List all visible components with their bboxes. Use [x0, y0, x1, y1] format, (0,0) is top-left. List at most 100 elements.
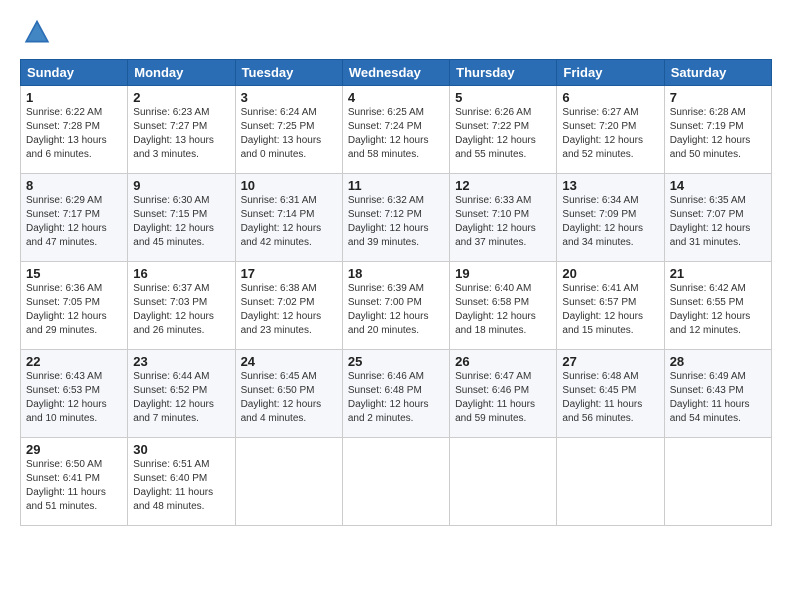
- calendar-cell: 8 Sunrise: 6:29 AM Sunset: 7:17 PM Dayli…: [21, 174, 128, 262]
- day-number: 10: [241, 178, 337, 193]
- day-number: 18: [348, 266, 444, 281]
- day-info: Sunrise: 6:23 AM Sunset: 7:27 PM Dayligh…: [133, 106, 229, 162]
- day-info: Sunrise: 6:48 AM Sunset: 6:45 PM Dayligh…: [562, 370, 658, 426]
- day-info: Sunrise: 6:40 AM Sunset: 6:58 PM Dayligh…: [455, 282, 551, 338]
- calendar-week-row: 15 Sunrise: 6:36 AM Sunset: 7:05 PM Dayl…: [21, 262, 772, 350]
- day-info: Sunrise: 6:42 AM Sunset: 6:55 PM Dayligh…: [670, 282, 766, 338]
- calendar-cell: 19 Sunrise: 6:40 AM Sunset: 6:58 PM Dayl…: [450, 262, 557, 350]
- logo-area: [20, 18, 55, 51]
- day-number: 4: [348, 90, 444, 105]
- day-number: 15: [26, 266, 122, 281]
- weekday-header: Tuesday: [235, 60, 342, 86]
- day-number: 29: [26, 442, 122, 457]
- calendar-cell: 23 Sunrise: 6:44 AM Sunset: 6:52 PM Dayl…: [128, 350, 235, 438]
- day-number: 9: [133, 178, 229, 193]
- header: [20, 18, 772, 51]
- day-number: 20: [562, 266, 658, 281]
- calendar-cell: 16 Sunrise: 6:37 AM Sunset: 7:03 PM Dayl…: [128, 262, 235, 350]
- calendar-cell: 4 Sunrise: 6:25 AM Sunset: 7:24 PM Dayli…: [342, 86, 449, 174]
- day-info: Sunrise: 6:22 AM Sunset: 7:28 PM Dayligh…: [26, 106, 122, 162]
- calendar-cell: 21 Sunrise: 6:42 AM Sunset: 6:55 PM Dayl…: [664, 262, 771, 350]
- day-info: Sunrise: 6:50 AM Sunset: 6:41 PM Dayligh…: [26, 458, 122, 514]
- day-info: Sunrise: 6:26 AM Sunset: 7:22 PM Dayligh…: [455, 106, 551, 162]
- calendar-cell: 18 Sunrise: 6:39 AM Sunset: 7:00 PM Dayl…: [342, 262, 449, 350]
- calendar-cell: [342, 438, 449, 526]
- day-number: 2: [133, 90, 229, 105]
- day-number: 14: [670, 178, 766, 193]
- day-number: 7: [670, 90, 766, 105]
- calendar-cell: 28 Sunrise: 6:49 AM Sunset: 6:43 PM Dayl…: [664, 350, 771, 438]
- calendar-cell: [450, 438, 557, 526]
- page: SundayMondayTuesdayWednesdayThursdayFrid…: [0, 0, 792, 536]
- calendar-week-row: 1 Sunrise: 6:22 AM Sunset: 7:28 PM Dayli…: [21, 86, 772, 174]
- calendar-cell: 12 Sunrise: 6:33 AM Sunset: 7:10 PM Dayl…: [450, 174, 557, 262]
- day-number: 28: [670, 354, 766, 369]
- day-number: 12: [455, 178, 551, 193]
- day-info: Sunrise: 6:33 AM Sunset: 7:10 PM Dayligh…: [455, 194, 551, 250]
- calendar-cell: 1 Sunrise: 6:22 AM Sunset: 7:28 PM Dayli…: [21, 86, 128, 174]
- calendar-cell: 13 Sunrise: 6:34 AM Sunset: 7:09 PM Dayl…: [557, 174, 664, 262]
- day-info: Sunrise: 6:45 AM Sunset: 6:50 PM Dayligh…: [241, 370, 337, 426]
- weekday-header: Friday: [557, 60, 664, 86]
- calendar-cell: 29 Sunrise: 6:50 AM Sunset: 6:41 PM Dayl…: [21, 438, 128, 526]
- calendar-header-row: SundayMondayTuesdayWednesdayThursdayFrid…: [21, 60, 772, 86]
- calendar-cell: [557, 438, 664, 526]
- day-number: 19: [455, 266, 551, 281]
- day-number: 17: [241, 266, 337, 281]
- calendar-table: SundayMondayTuesdayWednesdayThursdayFrid…: [20, 59, 772, 526]
- calendar-cell: 3 Sunrise: 6:24 AM Sunset: 7:25 PM Dayli…: [235, 86, 342, 174]
- logo-icon: [23, 18, 51, 46]
- day-number: 16: [133, 266, 229, 281]
- calendar-cell: 25 Sunrise: 6:46 AM Sunset: 6:48 PM Dayl…: [342, 350, 449, 438]
- day-info: Sunrise: 6:39 AM Sunset: 7:00 PM Dayligh…: [348, 282, 444, 338]
- day-number: 11: [348, 178, 444, 193]
- day-info: Sunrise: 6:36 AM Sunset: 7:05 PM Dayligh…: [26, 282, 122, 338]
- day-info: Sunrise: 6:43 AM Sunset: 6:53 PM Dayligh…: [26, 370, 122, 426]
- calendar-week-row: 8 Sunrise: 6:29 AM Sunset: 7:17 PM Dayli…: [21, 174, 772, 262]
- day-number: 8: [26, 178, 122, 193]
- day-info: Sunrise: 6:35 AM Sunset: 7:07 PM Dayligh…: [670, 194, 766, 250]
- calendar-cell: 15 Sunrise: 6:36 AM Sunset: 7:05 PM Dayl…: [21, 262, 128, 350]
- day-info: Sunrise: 6:24 AM Sunset: 7:25 PM Dayligh…: [241, 106, 337, 162]
- calendar-cell: 10 Sunrise: 6:31 AM Sunset: 7:14 PM Dayl…: [235, 174, 342, 262]
- day-info: Sunrise: 6:46 AM Sunset: 6:48 PM Dayligh…: [348, 370, 444, 426]
- calendar-cell: 26 Sunrise: 6:47 AM Sunset: 6:46 PM Dayl…: [450, 350, 557, 438]
- day-info: Sunrise: 6:47 AM Sunset: 6:46 PM Dayligh…: [455, 370, 551, 426]
- day-number: 5: [455, 90, 551, 105]
- day-info: Sunrise: 6:37 AM Sunset: 7:03 PM Dayligh…: [133, 282, 229, 338]
- day-number: 27: [562, 354, 658, 369]
- day-info: Sunrise: 6:38 AM Sunset: 7:02 PM Dayligh…: [241, 282, 337, 338]
- day-info: Sunrise: 6:32 AM Sunset: 7:12 PM Dayligh…: [348, 194, 444, 250]
- calendar-cell: 22 Sunrise: 6:43 AM Sunset: 6:53 PM Dayl…: [21, 350, 128, 438]
- day-number: 13: [562, 178, 658, 193]
- calendar-cell: [664, 438, 771, 526]
- calendar-cell: 9 Sunrise: 6:30 AM Sunset: 7:15 PM Dayli…: [128, 174, 235, 262]
- calendar-cell: 24 Sunrise: 6:45 AM Sunset: 6:50 PM Dayl…: [235, 350, 342, 438]
- day-info: Sunrise: 6:27 AM Sunset: 7:20 PM Dayligh…: [562, 106, 658, 162]
- calendar-cell: 11 Sunrise: 6:32 AM Sunset: 7:12 PM Dayl…: [342, 174, 449, 262]
- calendar-cell: 6 Sunrise: 6:27 AM Sunset: 7:20 PM Dayli…: [557, 86, 664, 174]
- day-info: Sunrise: 6:31 AM Sunset: 7:14 PM Dayligh…: [241, 194, 337, 250]
- day-info: Sunrise: 6:34 AM Sunset: 7:09 PM Dayligh…: [562, 194, 658, 250]
- calendar-cell: 14 Sunrise: 6:35 AM Sunset: 7:07 PM Dayl…: [664, 174, 771, 262]
- day-info: Sunrise: 6:41 AM Sunset: 6:57 PM Dayligh…: [562, 282, 658, 338]
- day-number: 30: [133, 442, 229, 457]
- calendar-cell: 7 Sunrise: 6:28 AM Sunset: 7:19 PM Dayli…: [664, 86, 771, 174]
- calendar-cell: 20 Sunrise: 6:41 AM Sunset: 6:57 PM Dayl…: [557, 262, 664, 350]
- calendar-week-row: 22 Sunrise: 6:43 AM Sunset: 6:53 PM Dayl…: [21, 350, 772, 438]
- day-number: 23: [133, 354, 229, 369]
- day-number: 3: [241, 90, 337, 105]
- calendar-cell: 5 Sunrise: 6:26 AM Sunset: 7:22 PM Dayli…: [450, 86, 557, 174]
- weekday-header: Wednesday: [342, 60, 449, 86]
- day-info: Sunrise: 6:49 AM Sunset: 6:43 PM Dayligh…: [670, 370, 766, 426]
- day-info: Sunrise: 6:30 AM Sunset: 7:15 PM Dayligh…: [133, 194, 229, 250]
- calendar-cell: 27 Sunrise: 6:48 AM Sunset: 6:45 PM Dayl…: [557, 350, 664, 438]
- day-info: Sunrise: 6:25 AM Sunset: 7:24 PM Dayligh…: [348, 106, 444, 162]
- day-number: 26: [455, 354, 551, 369]
- day-info: Sunrise: 6:29 AM Sunset: 7:17 PM Dayligh…: [26, 194, 122, 250]
- day-info: Sunrise: 6:51 AM Sunset: 6:40 PM Dayligh…: [133, 458, 229, 514]
- weekday-header: Saturday: [664, 60, 771, 86]
- day-info: Sunrise: 6:44 AM Sunset: 6:52 PM Dayligh…: [133, 370, 229, 426]
- day-info: Sunrise: 6:28 AM Sunset: 7:19 PM Dayligh…: [670, 106, 766, 162]
- calendar-cell: 2 Sunrise: 6:23 AM Sunset: 7:27 PM Dayli…: [128, 86, 235, 174]
